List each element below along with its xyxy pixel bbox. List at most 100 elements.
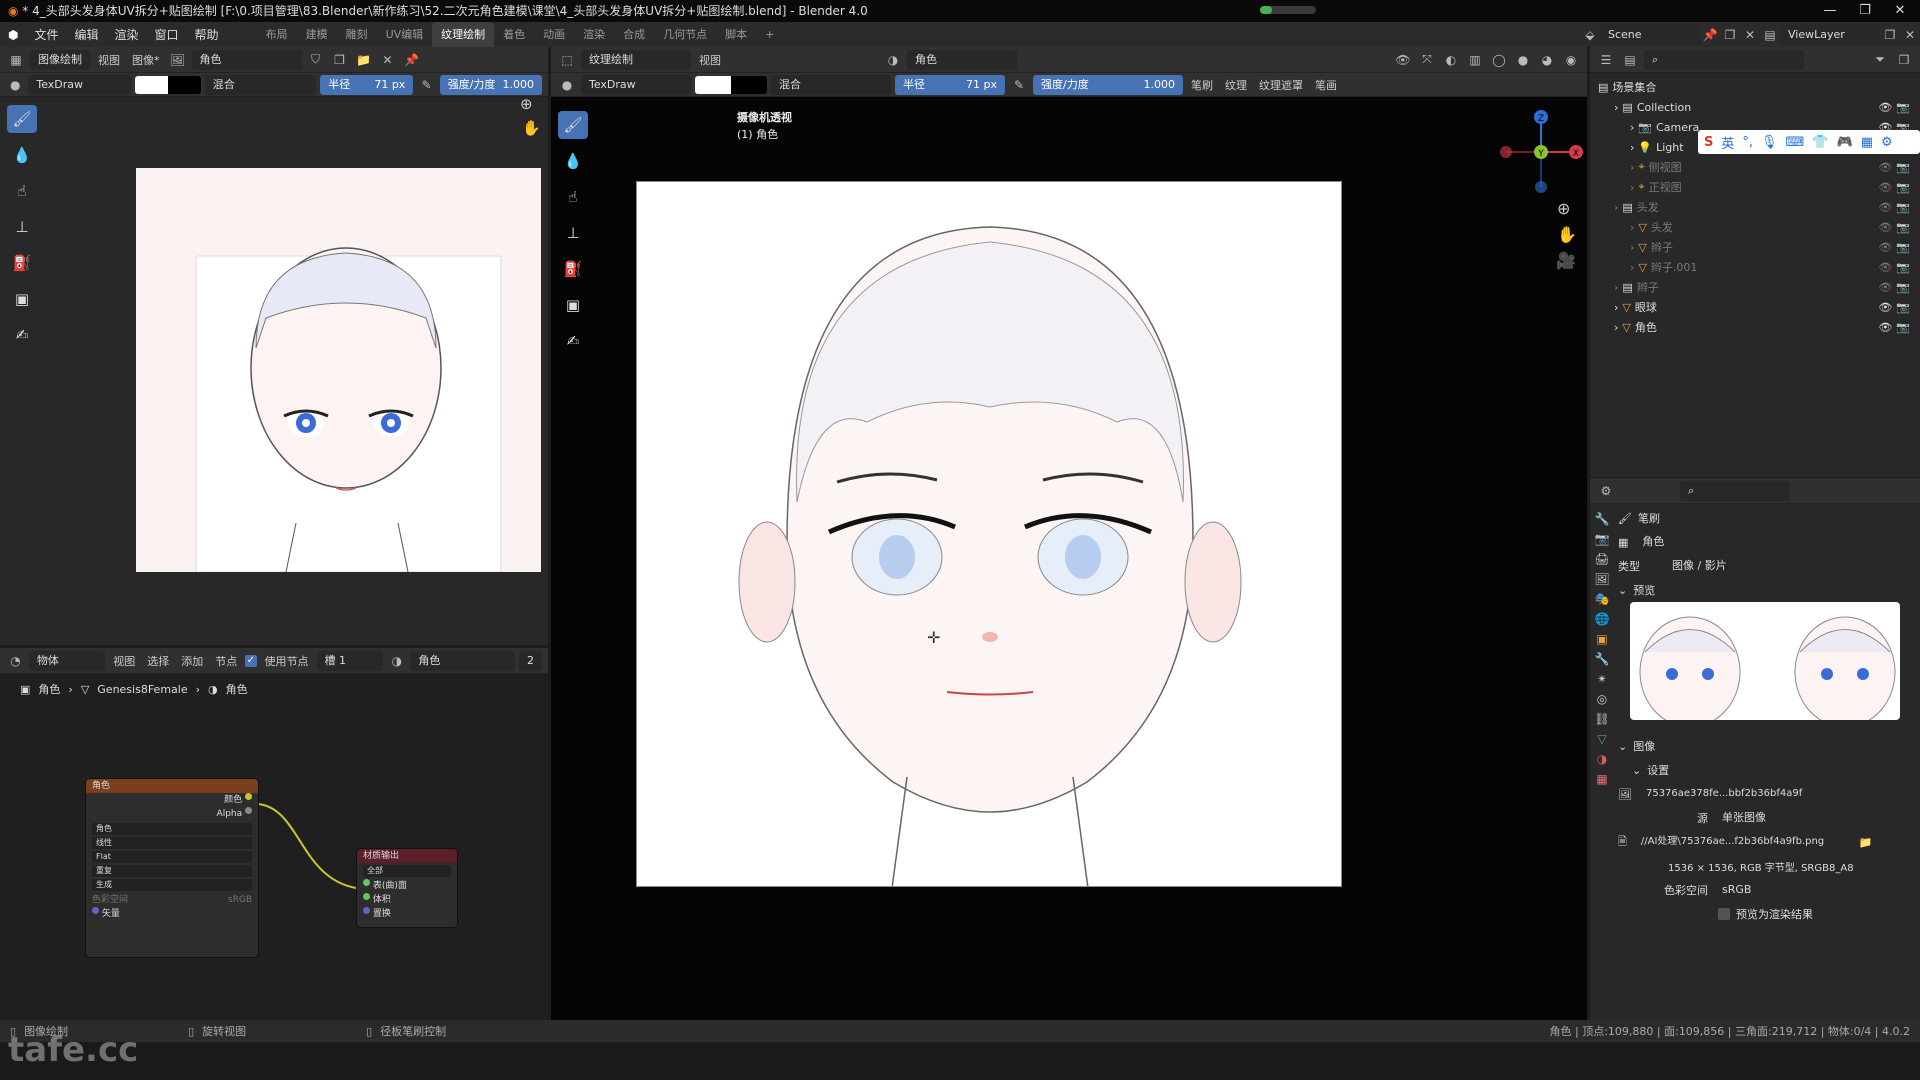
- node-image-field[interactable]: 角色: [92, 823, 252, 835]
- outliner-item[interactable]: › ▽ 辫子.001 👁 📷: [1598, 257, 1920, 277]
- preview-as-render-checkbox[interactable]: [1718, 908, 1730, 920]
- fake-user-icon[interactable]: ⛉: [306, 50, 326, 70]
- constraints-tab-icon[interactable]: ⛓: [1594, 712, 1609, 726]
- editor-type-icon[interactable]: ☰: [1596, 50, 1616, 70]
- source-select[interactable]: 单张图像: [1714, 808, 1874, 828]
- pin-icon[interactable]: 📌: [402, 50, 422, 70]
- color-swatch-primary[interactable]: [134, 75, 168, 94]
- brush-section[interactable]: 🖌 笔刷: [1618, 506, 1914, 530]
- render-visibility-icon[interactable]: 📷: [1896, 101, 1910, 114]
- target-select[interactable]: 全部: [363, 865, 451, 877]
- camera-frame[interactable]: ✛: [636, 181, 1342, 887]
- unlink-image-icon[interactable]: ✕: [378, 50, 398, 70]
- expand-icon[interactable]: ›: [1630, 241, 1634, 254]
- brush-name[interactable]: TexDraw: [581, 74, 691, 95]
- tab-modeling[interactable]: 建模: [297, 22, 337, 47]
- color-swatch-primary[interactable]: [695, 75, 731, 94]
- smear-tool-icon[interactable]: ☝: [558, 183, 588, 211]
- visibility-icon[interactable]: 👁: [1393, 50, 1413, 70]
- render-visibility-icon[interactable]: 📷: [1896, 261, 1910, 274]
- modifier-tab-icon[interactable]: 🔧: [1595, 652, 1610, 666]
- scene-field[interactable]: Scene: [1600, 24, 1700, 45]
- new-image-icon[interactable]: ❐: [330, 50, 350, 70]
- mask-tool-icon[interactable]: ▣: [7, 285, 37, 313]
- menu-brush[interactable]: 笔刷: [1187, 77, 1217, 93]
- pan-icon[interactable]: ✋: [1557, 225, 1577, 244]
- new-collection-icon[interactable]: ❐: [1894, 50, 1914, 70]
- outliner-root[interactable]: ▤ 场景集合: [1598, 77, 1920, 97]
- outliner-search[interactable]: ⌕: [1644, 49, 1804, 70]
- tab-scripting[interactable]: 脚本: [716, 22, 756, 47]
- editor-type-icon[interactable]: ▦: [6, 50, 26, 70]
- menu-image[interactable]: 图像*: [128, 52, 164, 68]
- editor-type-icon[interactable]: ⬚: [557, 50, 577, 70]
- blender-menu-icon[interactable]: ⬢: [0, 28, 26, 42]
- render-visibility-icon[interactable]: 📷: [1896, 241, 1910, 254]
- filepath-field[interactable]: //AI处理\75376ae...f2b36bf4a9fb.png: [1632, 832, 1853, 852]
- expand-icon[interactable]: ›: [1630, 181, 1634, 194]
- visibility-icon[interactable]: 👁: [1878, 181, 1892, 194]
- render-visibility-icon[interactable]: 📷: [1896, 321, 1910, 334]
- tool-tab-icon[interactable]: 🔧: [1595, 512, 1610, 526]
- smear-tool-icon[interactable]: ☝: [7, 177, 37, 205]
- visibility-icon[interactable]: 👁: [1878, 261, 1892, 274]
- tab-rendering[interactable]: 渲染: [574, 22, 614, 47]
- expand-icon[interactable]: ›: [1630, 221, 1634, 234]
- outliner-item[interactable]: › ▽ 眼球 👁 📷: [1598, 297, 1920, 317]
- open-image-icon[interactable]: 📁: [354, 50, 374, 70]
- texture-tab-icon[interactable]: ▦: [1596, 772, 1607, 786]
- render-tab-icon[interactable]: 📷: [1595, 532, 1610, 546]
- browse-file-icon[interactable]: 📁: [1859, 836, 1873, 849]
- navigation-gizmo[interactable]: Z X Y: [1496, 107, 1586, 197]
- data-tab-icon[interactable]: ▽: [1597, 732, 1606, 746]
- scene-tab-icon[interactable]: 🎭: [1595, 592, 1610, 606]
- visibility-icon[interactable]: 👁: [1878, 221, 1892, 234]
- outliner-item[interactable]: › ▤ Collection 👁 📷: [1598, 97, 1920, 117]
- brush-name[interactable]: TexDraw: [28, 74, 131, 95]
- tab-uv-editing[interactable]: UV编辑: [377, 22, 433, 47]
- menu-stroke[interactable]: 笔画: [1311, 77, 1341, 93]
- gizmo-icon[interactable]: ⤧: [1417, 50, 1437, 70]
- rendered-shading-icon[interactable]: ◉: [1561, 50, 1581, 70]
- delete-scene-icon[interactable]: ✕: [1740, 25, 1760, 45]
- image-datablock-field[interactable]: 75376ae378fe...bbf2b36bf4a9f: [1637, 784, 1868, 804]
- render-visibility-icon[interactable]: 📷: [1896, 301, 1910, 314]
- render-visibility-icon[interactable]: 📷: [1896, 201, 1910, 214]
- physics-tab-icon[interactable]: ◎: [1597, 692, 1607, 706]
- output-tab-icon[interactable]: 🖨: [1594, 552, 1609, 566]
- visibility-icon[interactable]: 👁: [1878, 241, 1892, 254]
- editor-type-icon[interactable]: ⚙: [1596, 481, 1616, 501]
- material-tab-icon[interactable]: ◑: [1597, 752, 1607, 766]
- extension-select[interactable]: 重复: [92, 865, 252, 877]
- radius-slider[interactable]: 半径 71 px: [320, 74, 414, 95]
- zoom-icon[interactable]: ⊕: [520, 95, 533, 113]
- menu-view[interactable]: 视图: [695, 52, 725, 68]
- display-mode-icon[interactable]: ▤: [1620, 50, 1640, 70]
- fill-tool-icon[interactable]: ⛽: [558, 255, 588, 283]
- menu-render[interactable]: 渲染: [107, 26, 147, 43]
- zoom-icon[interactable]: ⊕: [1557, 199, 1570, 218]
- draw-tool-icon[interactable]: 🖌: [558, 111, 588, 139]
- material-field[interactable]: 角色: [907, 49, 1017, 70]
- pin-icon[interactable]: 📌: [1700, 25, 1720, 45]
- world-tab-icon[interactable]: 🌐: [1595, 612, 1610, 626]
- expand-icon[interactable]: ›: [1614, 201, 1618, 214]
- viewlayer-field[interactable]: ViewLayer: [1780, 24, 1880, 45]
- expand-icon[interactable]: ›: [1614, 101, 1618, 114]
- outliner-item[interactable]: › ▤ 辫子 👁 📷: [1598, 277, 1920, 297]
- visibility-icon[interactable]: 👁: [1878, 301, 1892, 314]
- visibility-icon[interactable]: 👁: [1878, 321, 1892, 334]
- preview-panel-header[interactable]: ⌄ 预览: [1618, 578, 1914, 602]
- render-visibility-icon[interactable]: 📷: [1896, 221, 1910, 234]
- new-viewlayer-icon[interactable]: ❐: [1880, 25, 1900, 45]
- expand-icon[interactable]: ›: [1630, 161, 1634, 174]
- filter-icon[interactable]: ⏷: [1870, 50, 1890, 70]
- colorspace-select[interactable]: sRGB: [1714, 880, 1874, 900]
- ime-toolbar[interactable]: S 英 °, 🎙 ⌨ 👕 🎮 ▦ ⚙: [1698, 130, 1920, 154]
- render-visibility-icon[interactable]: 📷: [1896, 161, 1910, 174]
- texture-name-field[interactable]: 角色: [1634, 532, 1845, 552]
- image-paint-mode[interactable]: 图像绘制: [30, 49, 90, 70]
- image-browse-icon[interactable]: 🖼: [1618, 788, 1632, 801]
- pan-icon[interactable]: ✋: [522, 119, 541, 137]
- mask-tool-icon[interactable]: ▣: [558, 291, 588, 319]
